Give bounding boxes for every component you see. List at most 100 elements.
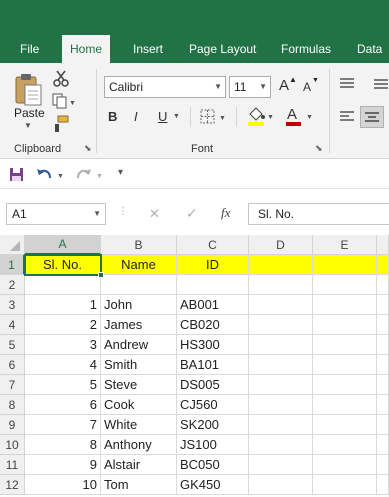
- cell-name[interactable]: Cook: [101, 395, 177, 415]
- clipboard-launcher-icon[interactable]: ⬊: [84, 143, 92, 154]
- chevron-down-icon[interactable]: ▼: [93, 204, 101, 224]
- cell-name[interactable]: Tom: [101, 475, 177, 495]
- borders-icon[interactable]: ▼: [200, 109, 228, 125]
- cell[interactable]: [313, 475, 377, 495]
- tab-data[interactable]: Data: [357, 42, 382, 63]
- cell-sl-no[interactable]: 5: [25, 375, 101, 395]
- cell-sl-no[interactable]: 6: [25, 395, 101, 415]
- bold-button[interactable]: B: [108, 109, 117, 124]
- row-header[interactable]: 7: [0, 375, 25, 395]
- cell-sl-no[interactable]: 8: [25, 435, 101, 455]
- cell[interactable]: [377, 335, 389, 355]
- align-top-icon[interactable]: [339, 77, 355, 91]
- row-header[interactable]: 12: [0, 475, 25, 495]
- cell-sl-no[interactable]: 4: [25, 355, 101, 375]
- row-header[interactable]: 4: [0, 315, 25, 335]
- align-left-icon[interactable]: [339, 110, 355, 124]
- cell-id[interactable]: HS300: [177, 335, 249, 355]
- cell[interactable]: [177, 275, 249, 295]
- cell-id[interactable]: JS100: [177, 435, 249, 455]
- cell[interactable]: [249, 355, 313, 375]
- column-header-c[interactable]: C: [177, 235, 249, 255]
- column-header-f[interactable]: [377, 235, 389, 255]
- font-color-icon[interactable]: A ▼: [284, 105, 314, 127]
- customize-qat-icon[interactable]: ▾: [118, 167, 123, 178]
- shrink-font-button[interactable]: A: [303, 80, 311, 94]
- cell[interactable]: [313, 455, 377, 475]
- cell[interactable]: [313, 435, 377, 455]
- cancel-icon[interactable]: ✕: [149, 206, 160, 222]
- tab-file[interactable]: File: [20, 42, 39, 63]
- row-header[interactable]: 11: [0, 455, 25, 475]
- cell[interactable]: [249, 295, 313, 315]
- cell[interactable]: [249, 375, 313, 395]
- tab-page-layout[interactable]: Page Layout: [189, 42, 256, 63]
- tab-formulas[interactable]: Formulas: [281, 42, 331, 63]
- row-header[interactable]: 10: [0, 435, 25, 455]
- row-header[interactable]: 1: [0, 255, 25, 275]
- grow-font-button[interactable]: A: [279, 77, 289, 94]
- cell-b1[interactable]: Name: [101, 255, 177, 275]
- chevron-down-icon[interactable]: ▼: [259, 77, 267, 97]
- cell-name[interactable]: Andrew: [101, 335, 177, 355]
- cell[interactable]: [377, 415, 389, 435]
- align-center-icon[interactable]: [360, 106, 384, 128]
- cell[interactable]: [249, 395, 313, 415]
- cell[interactable]: [313, 415, 377, 435]
- copy-icon[interactable]: ▼: [52, 93, 76, 109]
- cell[interactable]: [249, 435, 313, 455]
- cell-sl-no[interactable]: 2: [25, 315, 101, 335]
- cell-id[interactable]: BC050: [177, 455, 249, 475]
- cell-sl-no[interactable]: 7: [25, 415, 101, 435]
- font-launcher-icon[interactable]: ⬊: [315, 143, 323, 154]
- cell-name[interactable]: Alstair: [101, 455, 177, 475]
- cell[interactable]: [25, 275, 101, 295]
- column-header-a[interactable]: A: [25, 235, 101, 255]
- cell[interactable]: [313, 275, 377, 295]
- cell-sl-no[interactable]: 10: [25, 475, 101, 495]
- paste-button[interactable]: Paste: [14, 106, 45, 120]
- cell-id[interactable]: DS005: [177, 375, 249, 395]
- cell[interactable]: [377, 275, 389, 295]
- row-header[interactable]: 6: [0, 355, 25, 375]
- cell-name[interactable]: Anthony: [101, 435, 177, 455]
- cell[interactable]: [101, 275, 177, 295]
- row-header[interactable]: 8: [0, 395, 25, 415]
- cell-id[interactable]: GK450: [177, 475, 249, 495]
- enter-icon[interactable]: ✓: [186, 205, 198, 222]
- cell[interactable]: [377, 455, 389, 475]
- cell[interactable]: [377, 395, 389, 415]
- cell[interactable]: [377, 355, 389, 375]
- align-middle-icon[interactable]: [373, 77, 389, 91]
- cell-name[interactable]: James: [101, 315, 177, 335]
- italic-button[interactable]: I: [134, 109, 138, 124]
- column-header-b[interactable]: B: [101, 235, 177, 255]
- cell-name[interactable]: White: [101, 415, 177, 435]
- cell[interactable]: [249, 335, 313, 355]
- chevron-down-icon[interactable]: ▼: [214, 77, 222, 97]
- cell[interactable]: [313, 315, 377, 335]
- row-header[interactable]: 5: [0, 335, 25, 355]
- cell[interactable]: [377, 475, 389, 495]
- insert-function-icon[interactable]: fx: [221, 205, 230, 221]
- cell-name[interactable]: Steve: [101, 375, 177, 395]
- fill-color-icon[interactable]: ▼: [246, 105, 274, 127]
- paste-icon[interactable]: [12, 71, 46, 107]
- cell-sl-no[interactable]: 3: [25, 335, 101, 355]
- cut-icon[interactable]: [52, 69, 70, 87]
- cell[interactable]: [249, 315, 313, 335]
- cell[interactable]: [249, 475, 313, 495]
- cell[interactable]: [249, 255, 313, 275]
- row-header[interactable]: 2: [0, 275, 25, 295]
- underline-dropdown-icon[interactable]: ▼: [173, 113, 180, 120]
- cell[interactable]: [313, 375, 377, 395]
- format-painter-icon[interactable]: [52, 115, 70, 133]
- cell[interactable]: [377, 375, 389, 395]
- row-header[interactable]: 9: [0, 415, 25, 435]
- save-icon[interactable]: [9, 167, 24, 182]
- cell[interactable]: [377, 435, 389, 455]
- cell[interactable]: [313, 355, 377, 375]
- tab-insert[interactable]: Insert: [133, 42, 163, 63]
- select-all-button[interactable]: [0, 235, 25, 255]
- paste-dropdown-icon[interactable]: ▼: [24, 121, 32, 130]
